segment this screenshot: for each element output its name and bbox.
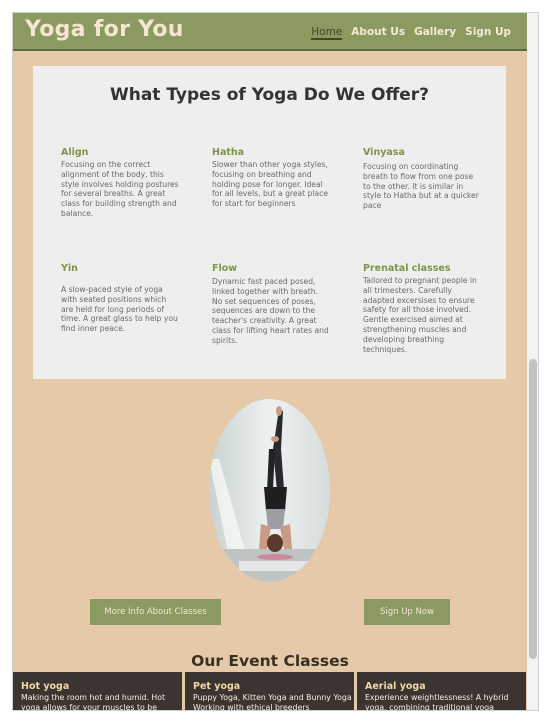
style-description: Tailored to pregnant people in all trime… (363, 276, 477, 354)
more-info-button[interactable]: More Info About Classes (90, 599, 221, 625)
event-description: Making the room hot and humid. Hot yoga … (21, 693, 166, 710)
headstand-photo (209, 399, 330, 582)
yoga-types-section: What Types of Yoga Do We Offer? Align Fo… (33, 66, 506, 379)
style-prenatal: Prenatal classes Tailored to pregnant pe… (363, 263, 481, 354)
yoga-types-heading: What Types of Yoga Do We Offer? (109, 85, 430, 105)
event-name: Hot yoga (21, 681, 70, 692)
page-viewport: Yoga for You Home About Us Gallery Sign … (13, 13, 527, 710)
style-vinyasa: Vinyasa Focusing on coordinating breath … (363, 147, 481, 211)
event-name: Aerial yoga (365, 681, 426, 692)
style-name: Vinyasa (363, 147, 405, 158)
event-name: Pet yoga (193, 681, 241, 692)
vertical-scrollbar[interactable] (527, 13, 539, 710)
event-description: Experience weightlessness! A hybrid yoga… (365, 693, 509, 710)
scrollbar-thumb[interactable] (529, 359, 537, 659)
style-yin: Yin A slow-paced style of yoga with seat… (61, 263, 179, 334)
nav-link-about-us[interactable]: About Us (351, 26, 405, 40)
nav-link-sign-up[interactable]: Sign Up (465, 26, 511, 40)
nav-links: Home About Us Gallery Sign Up (311, 26, 511, 40)
style-description: Slower than other yoga styles, focusing … (212, 160, 328, 209)
navbar: Yoga for You Home About Us Gallery Sign … (13, 13, 527, 51)
event-card-pet-yoga[interactable]: Pet yoga Puppy Yoga, Kitten Yoga and Bun… (185, 672, 354, 710)
sign-up-button[interactable]: Sign Up Now (364, 599, 450, 625)
style-description: Dynamic fast paced posed, linked togethe… (212, 277, 329, 345)
style-name: Flow (212, 263, 238, 274)
style-description: Focusing on coordinating breath to flow … (363, 162, 479, 211)
event-card-hot-yoga[interactable]: Hot yoga Making the room hot and humid. … (13, 672, 182, 710)
style-description: A slow-paced style of yoga with seated p… (61, 285, 178, 334)
events-heading: Our Event Classes (191, 652, 349, 670)
style-hatha: Hatha Slower than other yoga styles, foc… (212, 147, 330, 209)
style-name: Align (61, 147, 89, 158)
style-name: Prenatal classes (363, 263, 451, 274)
site-brand[interactable]: Yoga for You (25, 17, 184, 42)
style-align: Align Focusing on the correct alignment … (61, 147, 179, 219)
nav-link-gallery[interactable]: Gallery (414, 26, 456, 40)
event-card-aerial-yoga[interactable]: Aerial yoga Experience weightlessness! A… (357, 672, 526, 710)
event-description: Puppy Yoga, Kitten Yoga and Bunny Yoga W… (193, 693, 352, 710)
style-name: Hatha (212, 147, 245, 158)
style-name: Yin (61, 263, 78, 274)
style-flow: Flow Dynamic fast paced posed, linked to… (212, 263, 330, 346)
nav-link-home[interactable]: Home (311, 26, 343, 40)
style-description: Focusing on the correct alignment of the… (61, 160, 179, 218)
yoga-headstand-image (209, 399, 330, 582)
